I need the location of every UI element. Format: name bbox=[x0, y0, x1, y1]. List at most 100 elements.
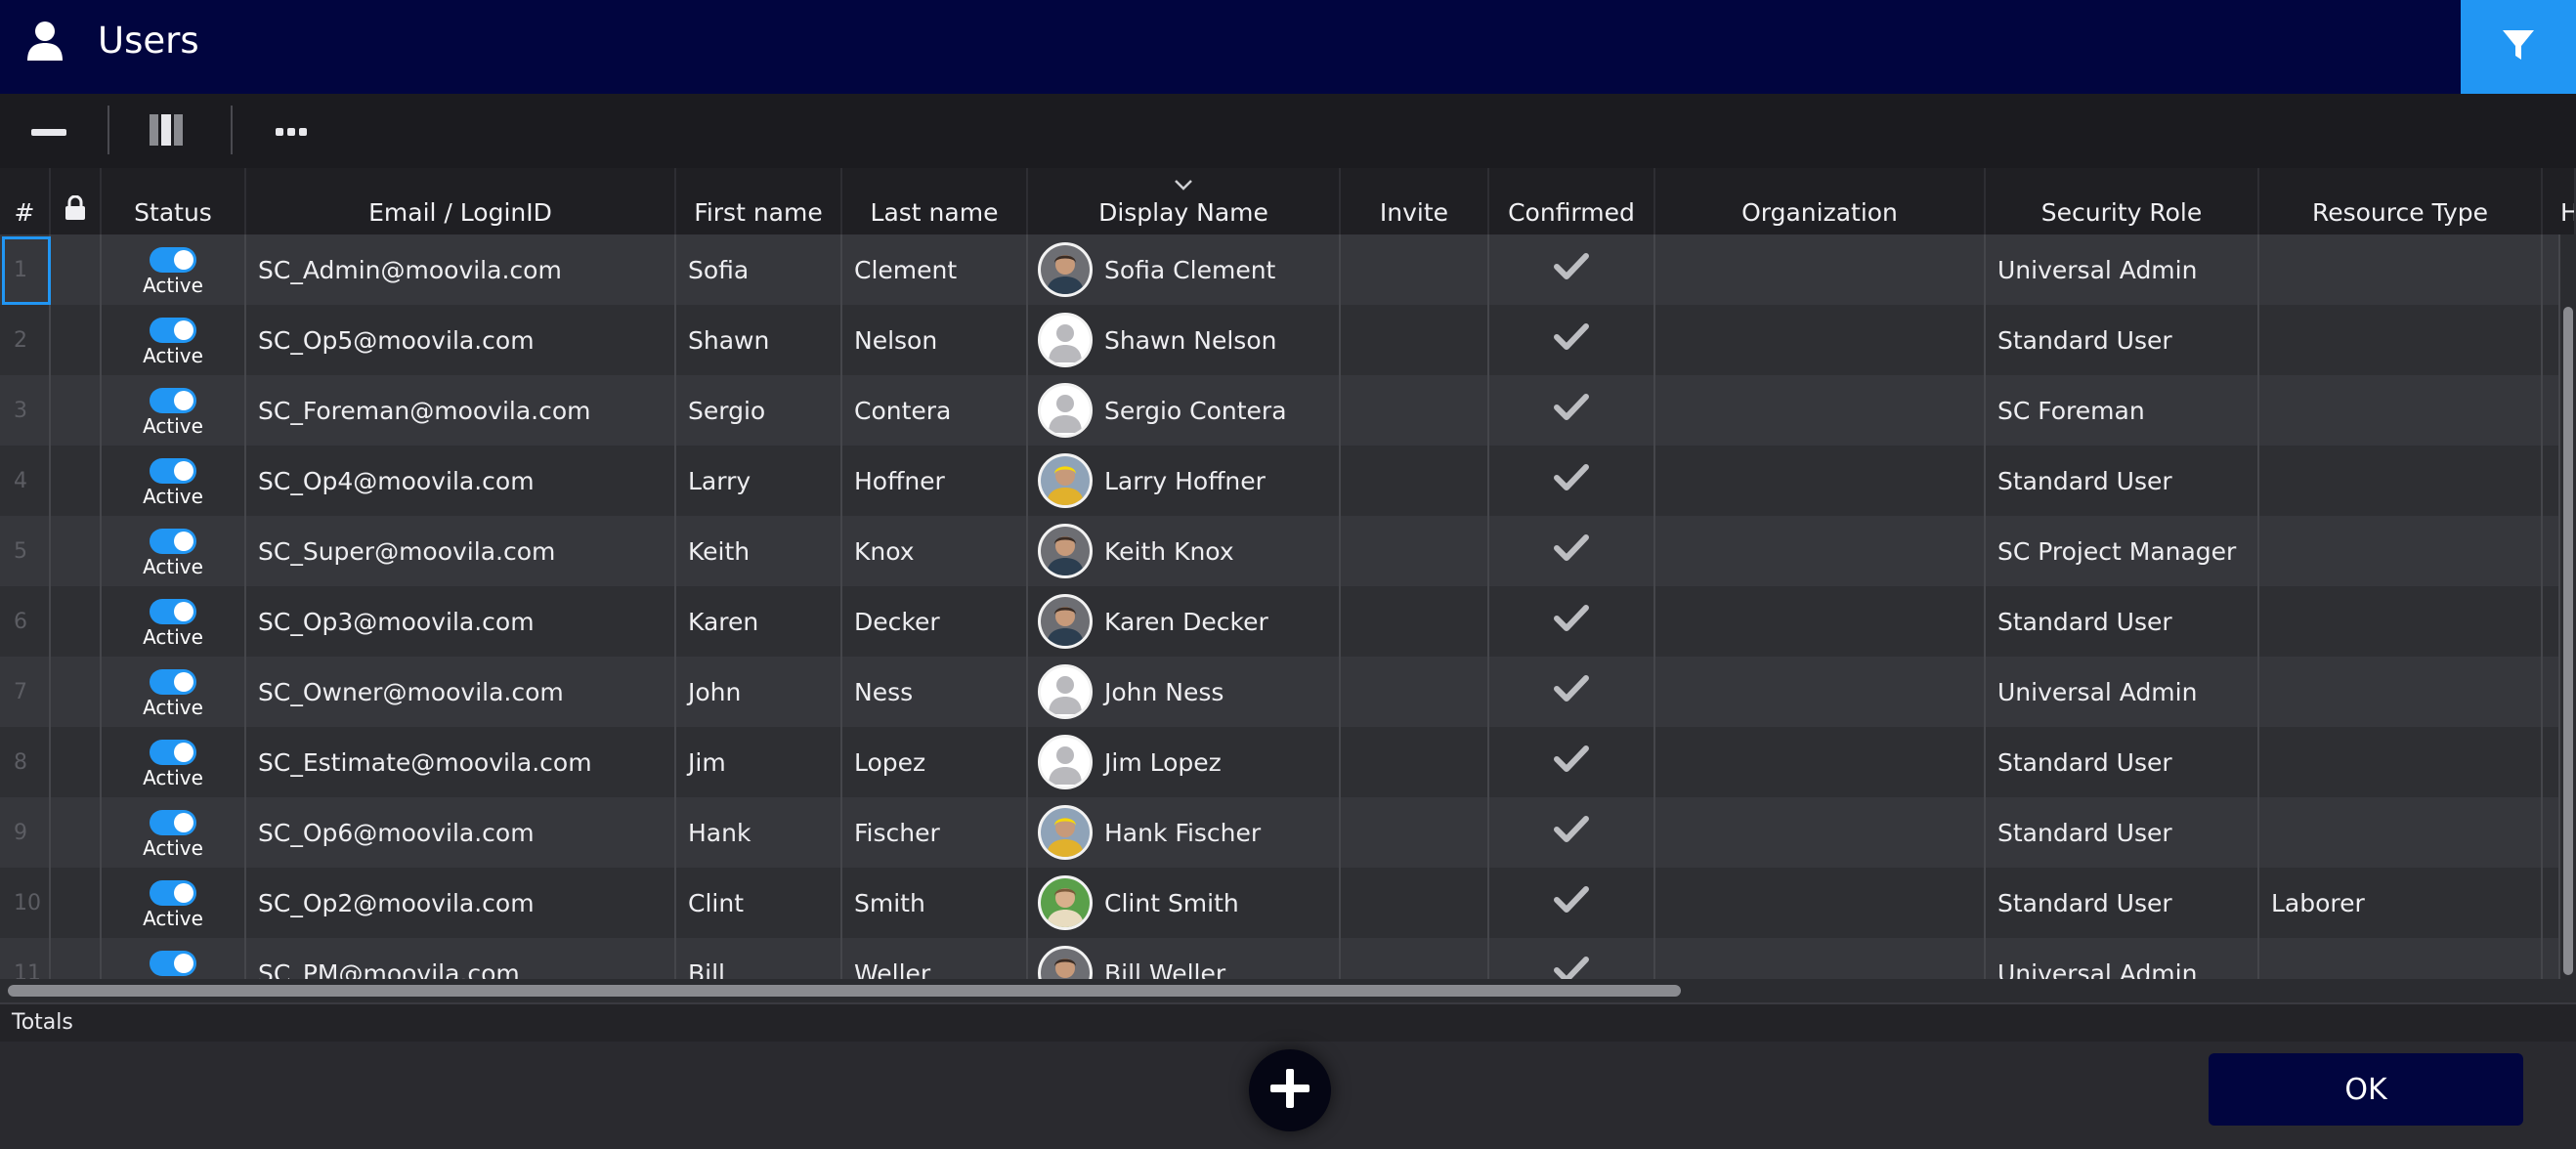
lock-cell[interactable] bbox=[51, 375, 102, 446]
organization-cell[interactable] bbox=[1655, 586, 1986, 657]
extra-cell[interactable] bbox=[2543, 234, 2560, 305]
security-role-cell[interactable]: SC Foreman bbox=[1986, 375, 2259, 446]
table-row[interactable]: 5 Active SC_Super@moovila.com Keith Knox Keit… bbox=[0, 516, 2560, 586]
status-toggle[interactable] bbox=[150, 599, 196, 624]
ok-button[interactable]: OK bbox=[2209, 1053, 2523, 1126]
email-cell[interactable]: SC_Owner@moovila.com bbox=[246, 657, 676, 727]
column-header-security-role[interactable]: Security Role bbox=[1986, 168, 2259, 234]
first-name-cell[interactable]: Bill bbox=[676, 938, 842, 979]
column-header-invite[interactable]: Invite bbox=[1341, 168, 1489, 234]
column-header-rownum[interactable]: # bbox=[0, 168, 51, 234]
organization-cell[interactable] bbox=[1655, 375, 1986, 446]
table-row[interactable]: 7 Active SC_Owner@moovila.com John Ness John … bbox=[0, 657, 2560, 727]
last-name-cell[interactable]: Knox bbox=[842, 516, 1028, 586]
extra-cell[interactable] bbox=[2543, 797, 2560, 868]
email-cell[interactable]: SC_Op5@moovila.com bbox=[246, 305, 676, 375]
extra-cell[interactable] bbox=[2543, 375, 2560, 446]
lock-cell[interactable] bbox=[51, 868, 102, 938]
security-role-cell[interactable]: Standard User bbox=[1986, 868, 2259, 938]
resource-type-cell[interactable] bbox=[2259, 727, 2543, 797]
lock-cell[interactable] bbox=[51, 586, 102, 657]
extra-cell[interactable] bbox=[2543, 305, 2560, 375]
organization-cell[interactable] bbox=[1655, 305, 1986, 375]
filter-button[interactable] bbox=[2461, 0, 2576, 94]
horizontal-scrollbar-thumb[interactable] bbox=[8, 985, 1681, 997]
table-row[interactable]: 10 Active SC_Op2@moovila.com Clint Smith Clin… bbox=[0, 868, 2560, 938]
security-role-cell[interactable]: Standard User bbox=[1986, 446, 2259, 516]
invite-cell[interactable] bbox=[1341, 797, 1489, 868]
resource-type-cell[interactable] bbox=[2259, 305, 2543, 375]
table-row[interactable]: 11 ActiveSC_PM@moovila.comBillWeller Bill … bbox=[0, 938, 2560, 979]
last-name-cell[interactable]: Ness bbox=[842, 657, 1028, 727]
display-name-cell[interactable]: Sofia Clement bbox=[1028, 234, 1341, 305]
resource-type-cell[interactable]: Laborer bbox=[2259, 868, 2543, 938]
column-header-lock[interactable] bbox=[51, 168, 102, 234]
display-name-cell[interactable]: Clint Smith bbox=[1028, 868, 1341, 938]
security-role-cell[interactable]: SC Project Manager bbox=[1986, 516, 2259, 586]
column-header-organization[interactable]: Organization bbox=[1655, 168, 1986, 234]
organization-cell[interactable] bbox=[1655, 234, 1986, 305]
resource-type-cell[interactable] bbox=[2259, 797, 2543, 868]
column-header-extra[interactable]: H bbox=[2543, 168, 2576, 234]
security-role-cell[interactable]: Standard User bbox=[1986, 727, 2259, 797]
status-toggle[interactable] bbox=[150, 388, 196, 413]
email-cell[interactable]: SC_PM@moovila.com bbox=[246, 938, 676, 979]
last-name-cell[interactable]: Nelson bbox=[842, 305, 1028, 375]
column-header-confirmed[interactable]: Confirmed bbox=[1489, 168, 1655, 234]
display-name-cell[interactable]: Sergio Contera bbox=[1028, 375, 1341, 446]
display-name-cell[interactable]: Larry Hoffner bbox=[1028, 446, 1341, 516]
security-role-cell[interactable]: Standard User bbox=[1986, 586, 2259, 657]
collapse-button[interactable] bbox=[16, 107, 82, 156]
table-row[interactable]: 6 Active SC_Op3@moovila.com Karen Decker Kare… bbox=[0, 586, 2560, 657]
lock-cell[interactable] bbox=[51, 727, 102, 797]
invite-cell[interactable] bbox=[1341, 305, 1489, 375]
last-name-cell[interactable]: Smith bbox=[842, 868, 1028, 938]
organization-cell[interactable] bbox=[1655, 938, 1986, 979]
first-name-cell[interactable]: Larry bbox=[676, 446, 842, 516]
email-cell[interactable]: SC_Super@moovila.com bbox=[246, 516, 676, 586]
display-name-cell[interactable]: Keith Knox bbox=[1028, 516, 1341, 586]
lock-cell[interactable] bbox=[51, 797, 102, 868]
status-toggle[interactable] bbox=[150, 247, 196, 273]
vertical-scrollbar-thumb[interactable] bbox=[2563, 307, 2573, 975]
last-name-cell[interactable]: Lopez bbox=[842, 727, 1028, 797]
email-cell[interactable]: SC_Op3@moovila.com bbox=[246, 586, 676, 657]
invite-cell[interactable] bbox=[1341, 446, 1489, 516]
email-cell[interactable]: SC_Op4@moovila.com bbox=[246, 446, 676, 516]
lock-cell[interactable] bbox=[51, 516, 102, 586]
last-name-cell[interactable]: Decker bbox=[842, 586, 1028, 657]
organization-cell[interactable] bbox=[1655, 797, 1986, 868]
display-name-cell[interactable]: Karen Decker bbox=[1028, 586, 1341, 657]
resource-type-cell[interactable] bbox=[2259, 516, 2543, 586]
first-name-cell[interactable]: John bbox=[676, 657, 842, 727]
invite-cell[interactable] bbox=[1341, 727, 1489, 797]
email-cell[interactable]: SC_Foreman@moovila.com bbox=[246, 375, 676, 446]
resource-type-cell[interactable] bbox=[2259, 657, 2543, 727]
invite-cell[interactable] bbox=[1341, 586, 1489, 657]
horizontal-scrollbar[interactable] bbox=[0, 979, 2560, 1002]
display-name-cell[interactable]: Bill Weller bbox=[1028, 938, 1341, 979]
extra-cell[interactable] bbox=[2543, 727, 2560, 797]
first-name-cell[interactable]: Sergio bbox=[676, 375, 842, 446]
invite-cell[interactable] bbox=[1341, 375, 1489, 446]
email-cell[interactable]: SC_Op6@moovila.com bbox=[246, 797, 676, 868]
last-name-cell[interactable]: Fischer bbox=[842, 797, 1028, 868]
organization-cell[interactable] bbox=[1655, 446, 1986, 516]
display-name-cell[interactable]: Shawn Nelson bbox=[1028, 305, 1341, 375]
organization-cell[interactable] bbox=[1655, 727, 1986, 797]
lock-cell[interactable] bbox=[51, 657, 102, 727]
resource-type-cell[interactable] bbox=[2259, 586, 2543, 657]
resource-type-cell[interactable] bbox=[2259, 446, 2543, 516]
column-header-status[interactable]: Status bbox=[102, 168, 246, 234]
add-user-button[interactable] bbox=[1249, 1049, 1331, 1131]
first-name-cell[interactable]: Clint bbox=[676, 868, 842, 938]
table-row[interactable]: 9 Active SC_Op6@moovila.com Hank Fischer Hank… bbox=[0, 797, 2560, 868]
more-options-button[interactable] bbox=[258, 107, 324, 156]
table-row[interactable]: 8 Active SC_Estimate@moovila.com Jim Lopez Ji… bbox=[0, 727, 2560, 797]
extra-cell[interactable] bbox=[2543, 586, 2560, 657]
last-name-cell[interactable]: Weller bbox=[842, 938, 1028, 979]
resource-type-cell[interactable] bbox=[2259, 938, 2543, 979]
lock-cell[interactable] bbox=[51, 305, 102, 375]
organization-cell[interactable] bbox=[1655, 516, 1986, 586]
extra-cell[interactable] bbox=[2543, 446, 2560, 516]
